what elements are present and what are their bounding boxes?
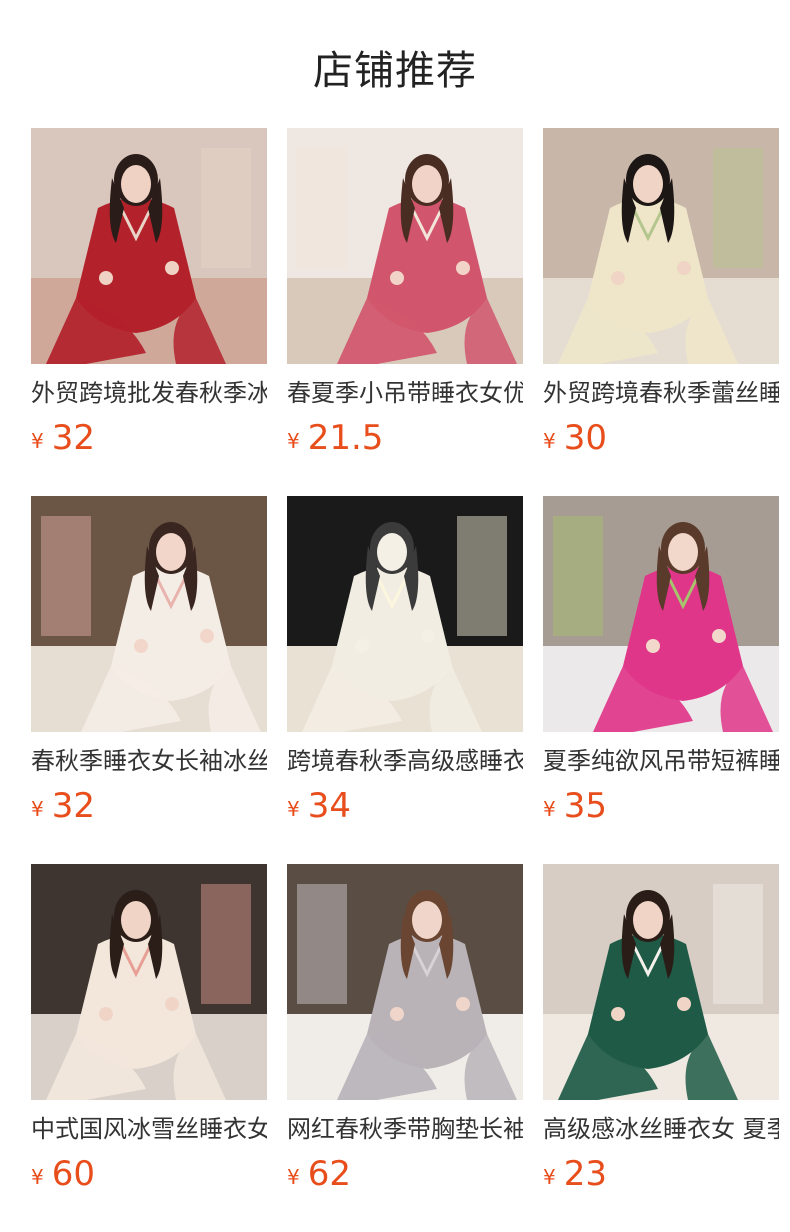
product-title[interactable]: 高级感冰丝睡衣女 夏季短袖 — [543, 1112, 779, 1146]
product-price: ¥62 — [287, 1154, 523, 1194]
product-title[interactable]: 夏季纯欲风吊带短裤睡衣套装 — [543, 744, 779, 778]
product-price: ¥32 — [31, 786, 267, 826]
price-amount: 60 — [51, 1154, 95, 1194]
price-amount: 35 — [563, 786, 607, 826]
product-title[interactable]: 春夏季小吊带睡衣女优雅 — [287, 376, 523, 410]
currency-symbol: ¥ — [543, 429, 556, 453]
product-image[interactable] — [287, 128, 523, 364]
product-title[interactable]: 中式国风冰雪丝睡衣女长袖 — [31, 1112, 267, 1146]
product-price: ¥23 — [543, 1154, 779, 1194]
price-amount: 32 — [51, 786, 95, 826]
product-price: ¥35 — [543, 786, 779, 826]
product-card[interactable]: 春秋季睡衣女长袖冰丝套装 ¥32 — [31, 496, 267, 864]
product-price: ¥34 — [287, 786, 523, 826]
product-title[interactable]: 跨境春秋季高级感睡衣礼盒装 — [287, 744, 523, 778]
currency-symbol: ¥ — [287, 797, 300, 821]
product-card[interactable]: 中式国风冰雪丝睡衣女长袖 ¥60 — [31, 864, 267, 1232]
product-title[interactable]: 外贸跨境春秋季蕾丝睡衣套装 — [543, 376, 779, 410]
product-price: ¥60 — [31, 1154, 267, 1194]
price-amount: 21.5 — [307, 418, 384, 458]
currency-symbol: ¥ — [31, 797, 44, 821]
price-amount: 62 — [307, 1154, 351, 1194]
currency-symbol: ¥ — [287, 1165, 300, 1189]
product-card[interactable]: 网红春秋季带胸垫长袖睡裙 ¥62 — [287, 864, 523, 1232]
currency-symbol: ¥ — [31, 429, 44, 453]
price-amount: 32 — [51, 418, 95, 458]
product-image[interactable] — [287, 864, 523, 1100]
product-title[interactable]: 网红春秋季带胸垫长袖睡裙 — [287, 1112, 523, 1146]
product-image[interactable] — [543, 128, 779, 364]
product-price: ¥21.5 — [287, 418, 523, 458]
product-image[interactable] — [31, 128, 267, 364]
product-price: ¥32 — [31, 418, 267, 458]
product-image[interactable] — [543, 496, 779, 732]
product-card[interactable]: 高级感冰丝睡衣女 夏季短袖 ¥23 — [543, 864, 779, 1232]
price-amount: 23 — [563, 1154, 607, 1194]
header: 店铺推荐 — [0, 0, 790, 128]
product-image[interactable] — [31, 864, 267, 1100]
page-title: 店铺推荐 — [313, 48, 477, 94]
product-grid: 外贸跨境批发春秋季冰丝睡衣女 ¥32 春夏季小吊带睡衣女优雅 ¥21.5 外贸跨境春… — [0, 128, 790, 1232]
product-title[interactable]: 外贸跨境批发春秋季冰丝睡衣女 — [31, 376, 267, 410]
product-card[interactable]: 外贸跨境春秋季蕾丝睡衣套装 ¥30 — [543, 128, 779, 496]
currency-symbol: ¥ — [543, 797, 556, 821]
product-card[interactable]: 跨境春秋季高级感睡衣礼盒装 ¥34 — [287, 496, 523, 864]
product-image[interactable] — [31, 496, 267, 732]
currency-symbol: ¥ — [31, 1165, 44, 1189]
currency-symbol: ¥ — [287, 429, 300, 453]
product-image[interactable] — [543, 864, 779, 1100]
product-image[interactable] — [287, 496, 523, 732]
product-card[interactable]: 夏季纯欲风吊带短裤睡衣套装 ¥35 — [543, 496, 779, 864]
product-price: ¥30 — [543, 418, 779, 458]
currency-symbol: ¥ — [543, 1165, 556, 1189]
product-card[interactable]: 外贸跨境批发春秋季冰丝睡衣女 ¥32 — [31, 128, 267, 496]
product-card[interactable]: 春夏季小吊带睡衣女优雅 ¥21.5 — [287, 128, 523, 496]
price-amount: 34 — [307, 786, 351, 826]
product-title[interactable]: 春秋季睡衣女长袖冰丝套装 — [31, 744, 267, 778]
price-amount: 30 — [563, 418, 607, 458]
